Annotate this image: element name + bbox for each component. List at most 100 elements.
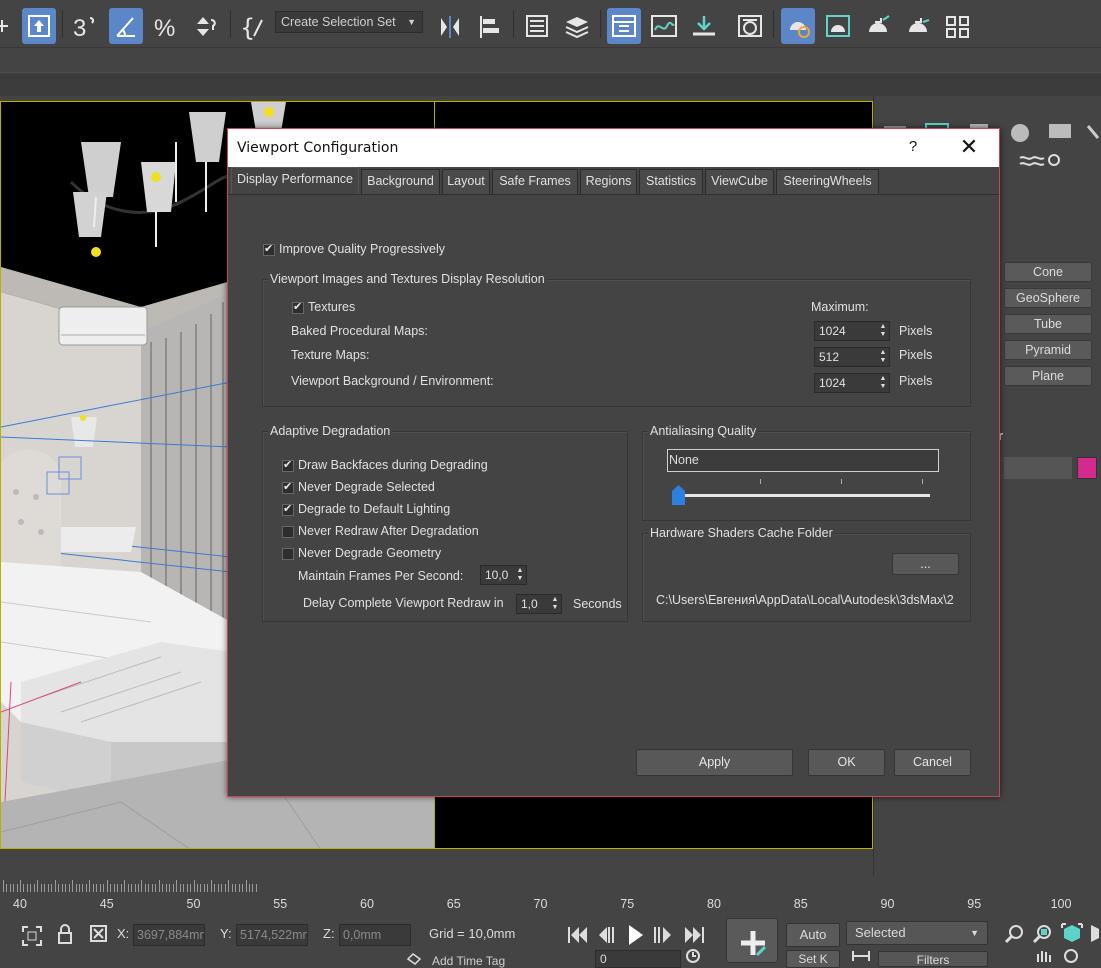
current-frame-field[interactable]: 0 [595,950,681,968]
walkthrough-icon[interactable] [1060,948,1082,964]
key-filter-dropdown[interactable]: Selected ▼ [846,921,988,945]
y-coordinate-field[interactable]: 5174,522mm [236,924,308,946]
baked-procedural-maps-spinner[interactable]: 1024 ▲ ▼ [814,321,890,341]
texture-maps-spinner[interactable]: 512 ▲ ▼ [814,347,890,367]
fps-spinner[interactable]: 10,0 ▲ ▼ [480,565,527,585]
never-degrade-selected-checkbox[interactable] [282,480,294,494]
pyramid-button[interactable]: Pyramid [1004,340,1092,360]
play-icon[interactable] [629,925,643,945]
timeline-label: 75 [620,897,635,911]
z-coordinate-field[interactable]: 0,0mm [339,924,411,946]
render-grid-icon[interactable] [941,8,975,44]
align-icon[interactable] [472,8,506,44]
tab-regions[interactable]: Regions [580,169,637,194]
spinner-arrows-icon[interactable]: ▲ ▼ [516,567,524,583]
key-mode-icon[interactable] [850,948,872,964]
render-setup-icon[interactable] [781,8,815,44]
angle-snap-icon[interactable] [109,8,143,44]
go-to-start-icon[interactable] [568,927,587,943]
tab-steeringwheels[interactable]: SteeringWheels [776,169,879,194]
timeline-tick [26,884,28,892]
snap-3d-icon[interactable]: 3 [68,8,102,44]
spinner-arrows-icon[interactable]: ▲ ▼ [879,349,887,365]
never-redraw-checkbox[interactable] [282,526,294,538]
timeline-tick [224,884,226,892]
tab-display-performance[interactable]: Display Performance [231,167,359,195]
key-plus-icon [741,931,767,957]
tab-background[interactable]: Background [361,169,440,194]
spinner-arrows-icon[interactable]: ▲ ▼ [551,596,559,612]
antialiasing-title: Antialiasing Quality [648,424,759,438]
schematic-view-icon[interactable] [687,8,721,44]
curve-editor-icon[interactable] [647,8,681,44]
y-label: Y: [220,926,232,941]
ok-button[interactable]: OK [808,749,885,776]
geosphere-button[interactable]: GeoSphere [1004,288,1092,308]
tab-statistics[interactable]: Statistics [639,169,703,194]
render-production-icon[interactable] [861,8,895,44]
ribbon-toggle-icon[interactable] [607,8,641,44]
object-color-swatch[interactable] [1077,457,1097,479]
antialiasing-value-field[interactable]: None [667,449,939,472]
mirror-icon[interactable] [433,8,467,44]
tab-viewcube[interactable]: ViewCube [705,169,774,194]
tube-button[interactable]: Tube [1004,314,1092,334]
zoom-icon[interactable] [1004,923,1026,945]
spinner-arrows-icon[interactable]: ▲ ▼ [879,323,887,339]
layer-explorer-icon[interactable] [560,8,594,44]
spinner-snap-icon[interactable] [189,8,223,44]
previous-frame-icon[interactable] [599,927,614,943]
scene-explorer-icon[interactable] [520,8,554,44]
select-move-icon[interactable] [0,8,16,44]
isolate-selection-icon[interactable] [20,924,44,948]
selection-set-dropdown[interactable]: Create Selection Set ▼ [275,11,423,33]
viewport-background-spinner[interactable]: 1024 ▲ ▼ [814,373,890,393]
draw-backfaces-checkbox[interactable] [282,458,294,472]
auto-key-button[interactable]: Auto [786,923,840,947]
svg-text:3: 3 [73,15,86,42]
render-iterative-icon[interactable] [901,8,935,44]
lock-icon[interactable] [56,923,74,947]
never-degrade-geometry-checkbox[interactable] [282,548,294,560]
antialiasing-slider-thumb[interactable] [672,485,685,505]
edit-named-selection-icon[interactable]: { [236,8,270,44]
timeline-tick [51,884,53,892]
textures-label: Textures [308,300,356,314]
material-editor-icon[interactable] [733,8,767,44]
select-object-button[interactable] [22,8,56,44]
antialiasing-slider-track[interactable] [678,494,930,497]
key-filters-button[interactable]: Filters [878,951,988,967]
dialog-title-bar[interactable]: Viewport Configuration ? ✕ [228,129,999,167]
close-icon[interactable]: ✕ [954,135,984,161]
zoom-all-icon[interactable] [1032,923,1054,945]
plane-button[interactable]: Plane [1004,366,1092,386]
add-time-tag[interactable]: Add Time Tag [432,954,505,968]
set-key-button[interactable]: Set K [786,950,840,968]
tab-safe-frames[interactable]: Safe Frames [492,169,578,194]
next-frame-icon[interactable] [654,927,671,943]
improve-quality-checkbox[interactable] [263,242,275,256]
zoom-extents-selected-icon[interactable] [1088,922,1101,946]
set-key-big-button[interactable] [726,918,778,963]
time-config-icon[interactable] [685,948,701,964]
x-coordinate-field[interactable]: 3697,884mm [133,924,205,946]
percent-snap-icon[interactable]: % [149,8,183,44]
tab-layout[interactable]: Layout [442,169,490,194]
delay-redraw-spinner[interactable]: 1,0 ▲ ▼ [516,594,562,614]
absolute-mode-icon[interactable] [89,924,109,944]
browse-folder-button[interactable]: ... [892,553,959,575]
help-button[interactable]: ? [901,138,925,160]
zoom-extents-icon[interactable] [1060,922,1084,946]
antialiasing-group [642,431,971,521]
object-name-field[interactable] [1004,457,1072,479]
timeline[interactable]: 40 45 50 55 60 65 70 75 80 85 90 95 100 [0,876,1101,914]
go-to-end-icon[interactable] [685,927,704,943]
cancel-button[interactable]: Cancel [894,749,971,776]
cone-button[interactable]: Cone [1004,262,1092,282]
rendered-frame-window-icon[interactable] [821,8,855,44]
spinner-arrows-icon[interactable]: ▲ ▼ [879,375,887,391]
textures-checkbox[interactable] [292,300,304,314]
pan-hand-icon[interactable] [1032,948,1054,964]
degrade-default-lighting-checkbox[interactable] [282,502,294,516]
apply-button[interactable]: Apply [636,749,793,776]
